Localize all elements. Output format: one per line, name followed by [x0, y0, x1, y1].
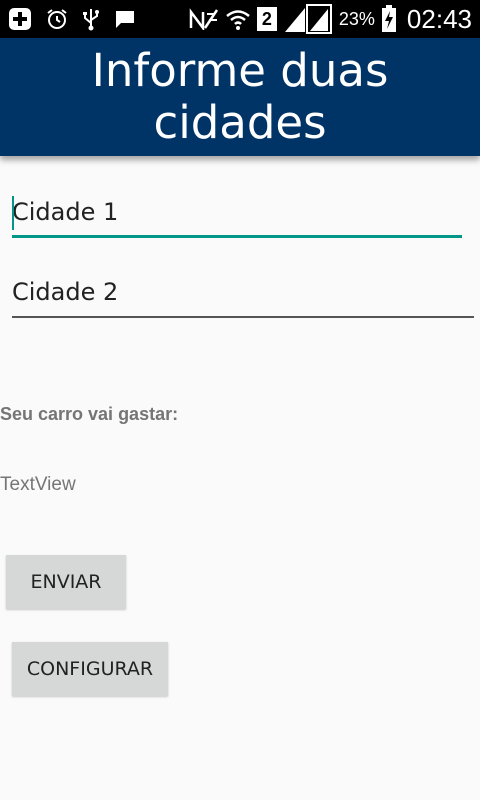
screen: 2 23% 02:43 Informe duas cidades Seu car…: [0, 0, 480, 800]
result-value: TextView: [0, 474, 76, 495]
city-1-input[interactable]: [12, 188, 462, 238]
battery-percentage: 23%: [338, 8, 375, 29]
configure-button[interactable]: CONFIGURAR: [12, 642, 168, 696]
add-box-icon: [8, 7, 32, 31]
signal-icon: [283, 4, 333, 34]
result-label: Seu carro vai gastar:: [0, 404, 179, 424]
city-2-input[interactable]: [12, 268, 474, 318]
title-bar: Informe duas cidades: [0, 38, 480, 156]
status-bar: 2 23% 02:43: [0, 0, 480, 38]
clock: 02:43: [406, 3, 472, 34]
wifi-icon: [225, 7, 251, 31]
alarm-icon: [46, 8, 68, 30]
battery-charging-icon: [381, 5, 397, 33]
sim-slot-badge: 2: [256, 7, 277, 31]
usb-icon: [82, 7, 100, 31]
message-icon: [114, 8, 136, 30]
no-sim-icon: [189, 8, 219, 30]
text-cursor: [12, 196, 14, 230]
page-title: Informe duas cidades: [91, 44, 389, 149]
send-button[interactable]: ENVIAR: [6, 555, 126, 609]
